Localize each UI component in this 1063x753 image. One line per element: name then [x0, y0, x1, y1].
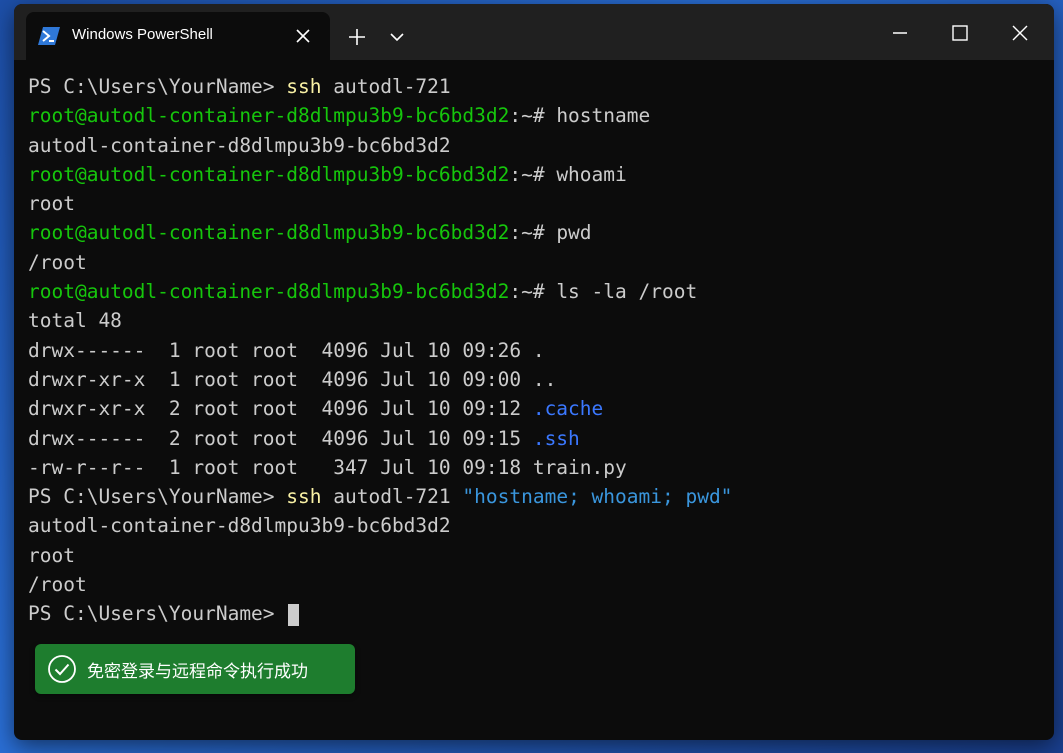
tab-close-icon[interactable]: [292, 25, 314, 47]
prompt-symbol: :~#: [509, 221, 557, 245]
terminal-line: PS C:\Users\YourName>: [28, 599, 1038, 628]
remote-prompt: root@autodl-container-d8dlmpu3b9-bc6bd3d…: [28, 104, 510, 128]
ls-row-details: -rw-r--r-- 1 root root 347 Jul 10 09:18: [28, 455, 533, 479]
ls-row-details: drwxr-xr-x 1 root root 4096 Jul 10 09:00: [28, 367, 533, 391]
new-tab-plus-icon[interactable]: [344, 24, 370, 50]
chevron-down-icon[interactable]: [386, 24, 408, 50]
ls-row-name: .ssh: [532, 426, 580, 450]
terminal-line: /root: [28, 573, 87, 597]
terminal-output[interactable]: PS C:\Users\YourName> ssh autodl-721 roo…: [28, 72, 1038, 629]
ssh-command: ssh: [286, 485, 322, 509]
ssh-command: ssh: [286, 75, 322, 98]
terminal-line: autodl-container-d8dlmpu3b9-bc6bd3d2: [28, 133, 451, 157]
ls-row: drwx------ 1 root root 4096 Jul 10 09:26…: [28, 336, 1038, 365]
prompt-symbol: :~#: [509, 104, 557, 128]
terminal-line: root@autodl-container-d8dlmpu3b9-bc6bd3d…: [28, 101, 1038, 130]
ls-row-details: drwx------ 2 root root 4096 Jul 10 09:15: [28, 426, 533, 450]
terminal-line: root: [28, 192, 75, 216]
tab-powershell[interactable]: Windows PowerShell: [26, 12, 330, 60]
terminal-line: PS C:\Users\YourName> ssh autodl-721 "ho…: [28, 482, 1038, 511]
command-text: ls -la /root: [556, 280, 698, 304]
remote-prompt: root@autodl-container-d8dlmpu3b9-bc6bd3d…: [28, 221, 510, 245]
ls-row: drwxr-xr-x 2 root root 4096 Jul 10 09:12…: [28, 394, 1038, 423]
ls-row: drwx------ 2 root root 4096 Jul 10 09:15…: [28, 424, 1038, 453]
command-text: whoami: [556, 162, 627, 186]
ps-prompt: PS C:\Users\YourName>: [28, 75, 287, 98]
toast-message: 免密登录与远程命令执行成功: [87, 662, 308, 682]
prompt-symbol: :~#: [509, 280, 557, 304]
ls-row-details: drwx------ 1 root root 4096 Jul 10 09:26: [28, 338, 533, 362]
command-args: autodl-721: [321, 485, 463, 509]
ls-row-name: ..: [532, 367, 557, 391]
success-toast: 免密登录与远程命令执行成功: [35, 644, 355, 694]
tab-title: Windows PowerShell: [72, 26, 213, 43]
ps-prompt: PS C:\Users\YourName>: [28, 602, 287, 626]
terminal-line: PS C:\Users\YourName> ssh autodl-721: [28, 72, 1038, 101]
remote-prompt: root@autodl-container-d8dlmpu3b9-bc6bd3d…: [28, 162, 510, 186]
terminal-line: total 48: [28, 309, 122, 333]
ls-row-name: train.py: [532, 455, 627, 479]
command-args: autodl-721: [321, 75, 451, 98]
ls-row-name: .cache: [532, 397, 604, 421]
powershell-window: Windows PowerShell PS C:\Users\YourName>…: [14, 4, 1054, 740]
title-bar: Windows PowerShell: [14, 4, 1054, 60]
ls-row-details: drwxr-xr-x 2 root root 4096 Jul 10 09:12: [28, 397, 533, 421]
ls-row: -rw-r--r-- 1 root root 347 Jul 10 09:18 …: [28, 453, 1038, 482]
terminal-line: root@autodl-container-d8dlmpu3b9-bc6bd3d…: [28, 218, 1038, 247]
terminal-line: root@autodl-container-d8dlmpu3b9-bc6bd3d…: [28, 160, 1038, 189]
terminal-line: /root: [28, 250, 87, 274]
ls-row-name: .: [532, 338, 545, 362]
command-text: hostname: [556, 104, 651, 128]
terminal-line: root@autodl-container-d8dlmpu3b9-bc6bd3d…: [28, 277, 1038, 306]
maximize-icon[interactable]: [940, 16, 980, 50]
terminal-line: root: [28, 543, 75, 567]
prompt-symbol: :~#: [509, 162, 557, 186]
ps-prompt: PS C:\Users\YourName>: [28, 485, 287, 509]
close-window-icon[interactable]: [1000, 16, 1040, 50]
command-string: "hostname; whoami; pwd": [462, 485, 733, 509]
terminal-line: autodl-container-d8dlmpu3b9-bc6bd3d2: [28, 514, 451, 538]
minimize-icon[interactable]: [880, 16, 920, 50]
powershell-icon: [38, 27, 60, 45]
command-text: pwd: [556, 221, 592, 245]
check-circle-icon: [48, 655, 76, 683]
remote-prompt: root@autodl-container-d8dlmpu3b9-bc6bd3d…: [28, 280, 510, 304]
text-cursor: [288, 603, 300, 626]
ls-row: drwxr-xr-x 1 root root 4096 Jul 10 09:00…: [28, 365, 1038, 394]
